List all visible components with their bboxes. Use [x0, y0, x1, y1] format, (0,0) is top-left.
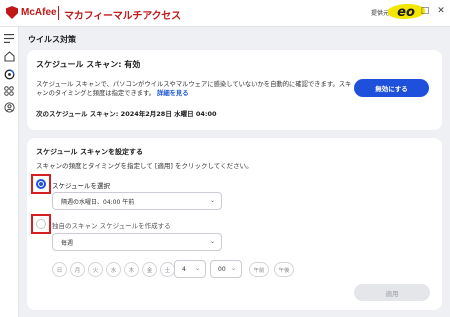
app-title: マカフィーマルチアクセス — [64, 11, 181, 22]
hour-value: 4 — [182, 265, 186, 273]
frequency-select[interactable]: 毎週 ⌄ — [52, 233, 222, 251]
day-fri[interactable]: 金 — [142, 262, 157, 277]
hour-select[interactable]: 4 ⌄ — [174, 260, 206, 278]
chevron-down-icon: ⌄ — [209, 197, 215, 204]
page-title: ウイルス対策 — [28, 35, 76, 44]
schedule-settings-title: スケジュール スキャンを設定する — [36, 148, 143, 156]
schedule-settings-description: スキャンの頻度とタイミングを指定して [適用] をクリックしてください。 — [36, 162, 253, 170]
apps-icon[interactable] — [3, 85, 15, 97]
maximize-button[interactable]: □ — [420, 6, 430, 16]
shield-scan-icon[interactable] — [3, 68, 15, 80]
day-tue[interactable]: 火 — [88, 262, 103, 277]
provider-label: 提供元 — [371, 10, 390, 17]
details-link[interactable]: 詳細を見る — [157, 90, 188, 97]
day-sun[interactable]: 日 — [52, 262, 67, 277]
preset-schedule-value: 隔週の水曜日、04:00 午前 — [61, 198, 135, 206]
mcafee-shield-icon — [6, 6, 18, 19]
status-title: スケジュール スキャン: 有効 — [36, 60, 141, 69]
custom-schedule-radio[interactable] — [36, 219, 46, 229]
day-mon[interactable]: 月 — [70, 262, 85, 277]
am-toggle[interactable]: 午前 — [249, 262, 269, 277]
day-selector: 日 月 火 水 木 金 土 — [52, 262, 175, 277]
home-icon[interactable] — [3, 50, 15, 62]
menu-icon[interactable] — [3, 32, 15, 44]
chevron-down-icon: ⌄ — [230, 265, 236, 272]
schedule-settings-card: スケジュール スキャンを設定する スキャンの頻度とタイミングを指定して [適用]… — [27, 138, 442, 310]
title-bar: McAfee マカフィーマルチアクセス 提供元 eo – □ ✕ — [0, 0, 450, 27]
minute-value: 00 — [218, 265, 226, 273]
apply-button[interactable]: 適用 — [354, 284, 430, 301]
mcafee-logo: McAfee — [6, 6, 57, 19]
window-controls: – □ ✕ — [404, 6, 446, 16]
title-divider — [58, 6, 59, 20]
minimize-button[interactable]: – — [404, 6, 414, 16]
pm-toggle[interactable]: 午後 — [274, 262, 294, 277]
day-sat[interactable]: 土 — [160, 262, 175, 277]
chevron-down-icon: ⌄ — [194, 265, 200, 272]
chevron-down-icon: ⌄ — [209, 238, 215, 245]
minute-select[interactable]: 00 ⌄ — [210, 260, 242, 278]
disable-button[interactable]: 無効にする — [354, 79, 429, 97]
custom-schedule-label: 独自のスキャン スケジュールを作成する — [52, 222, 171, 230]
logo-text: McAfee — [21, 7, 57, 18]
status-description-text: スケジュール スキャンで、パソコンがウイルスやマルウェアに感染していないかを自動… — [36, 81, 352, 97]
schedule-status-card: スケジュール スキャン: 有効 スケジュール スキャンで、パソコンがウイルスやマ… — [27, 50, 442, 130]
close-button[interactable]: ✕ — [436, 6, 446, 16]
frequency-value: 毎週 — [61, 239, 74, 247]
next-scan-text: 次のスケジュール スキャン: 2024年2月28日 水曜日 04:00 — [36, 110, 217, 118]
day-thu[interactable]: 木 — [124, 262, 139, 277]
preset-schedule-select[interactable]: 隔週の水曜日、04:00 午前 ⌄ — [52, 192, 222, 210]
sidebar — [0, 27, 19, 317]
preset-schedule-label: スケジュールを選択 — [52, 182, 111, 190]
status-description: スケジュール スキャンで、パソコンがウイルスやマルウェアに感染していないかを自動… — [36, 80, 356, 98]
day-wed[interactable]: 水 — [106, 262, 121, 277]
account-icon[interactable] — [3, 101, 15, 113]
preset-schedule-radio[interactable] — [36, 179, 46, 189]
